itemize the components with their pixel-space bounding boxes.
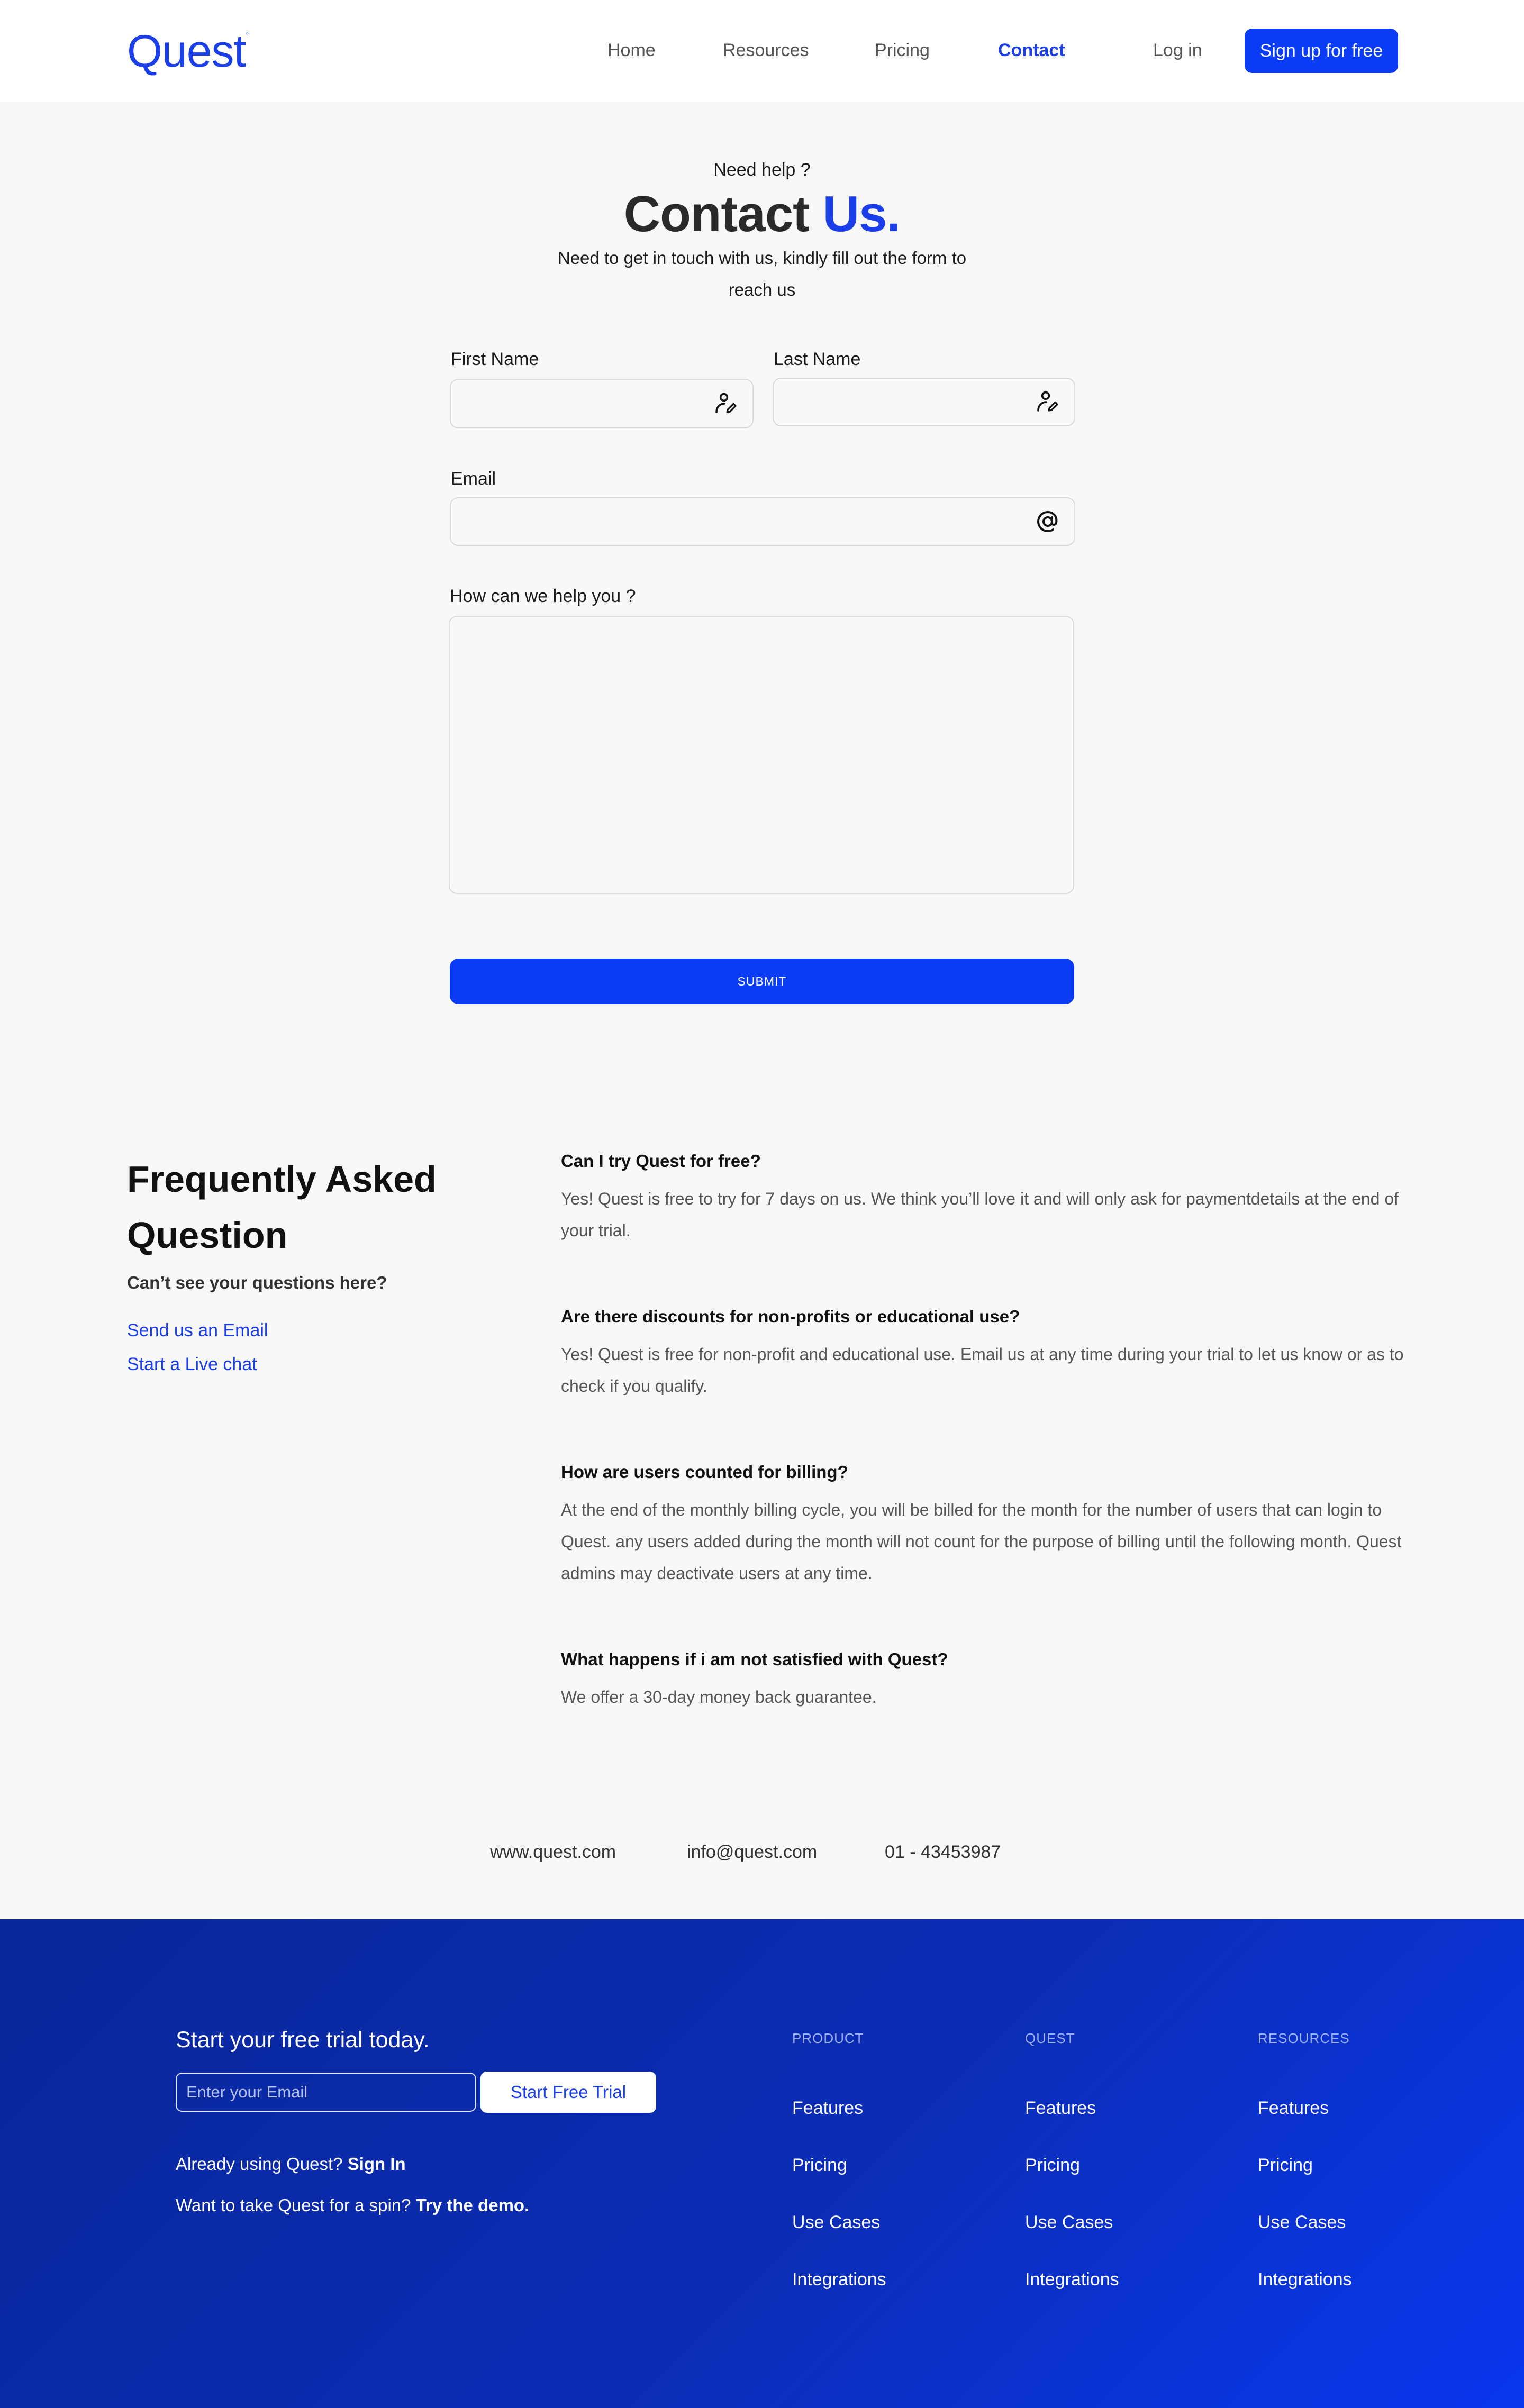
phone-number[interactable]: 01 - 43453987 — [885, 1842, 1001, 1863]
title-main: Contact — [623, 186, 810, 242]
hero-subtitle: Need to get in touch with us, kindly fil… — [557, 248, 967, 299]
hero-kicker: Need help ? — [713, 160, 811, 180]
faq-question: What happens if i am not satisfied with … — [561, 1649, 948, 1669]
faq-title: Frequently Asked Question — [127, 1159, 437, 1256]
last-name-field — [773, 378, 1075, 426]
message-field — [449, 616, 1074, 894]
page-title: Contact Us. — [0, 185, 1524, 243]
footer-link-features[interactable]: Features — [1025, 2098, 1096, 2119]
faq-question: Can I try Quest for free? — [561, 1151, 761, 1171]
site-header: Quest° Home Resources Pricing Contact Lo… — [0, 0, 1524, 102]
signup-button[interactable]: Sign up for free — [1245, 29, 1398, 73]
footer-link-pricing[interactable]: Pricing — [792, 2155, 847, 2176]
try-demo-link[interactable]: Try the demo. — [416, 2195, 530, 2215]
faq-answer: Yes! Quest is free to try for 7 days on … — [561, 1189, 1399, 1240]
footer-link-use-cases[interactable]: Use Cases — [1258, 2212, 1346, 2233]
faq-question: How are users counted for billing? — [561, 1462, 848, 1482]
signin-prefix: Already using Quest? — [176, 2154, 343, 2174]
footer-email-input[interactable] — [176, 2073, 476, 2112]
trademark-mark: ° — [246, 31, 249, 39]
demo-line: Want to take Quest for a spin? Try the d… — [176, 2195, 529, 2215]
nav-home[interactable]: Home — [607, 40, 656, 61]
signin-link[interactable]: Sign In — [348, 2154, 406, 2174]
faq-question: Are there discounts for non-profits or e… — [561, 1307, 1020, 1326]
title-accent: Us. — [822, 186, 901, 242]
faq-answer: At the end of the monthly billing cycle,… — [561, 1500, 1402, 1583]
nav-resources[interactable]: Resources — [723, 40, 809, 61]
signin-line: Already using Quest? Sign In — [176, 2154, 406, 2174]
footer-col-title-resources: RESOURCES — [1258, 2030, 1350, 2046]
footer-link-pricing[interactable]: Pricing — [1258, 2155, 1313, 2176]
footer-link-integrations[interactable]: Integrations — [1258, 2269, 1352, 2290]
faq-item: How are users counted for billing? At th… — [561, 1462, 1408, 1589]
nav-pricing[interactable]: Pricing — [875, 40, 930, 61]
quest-logo[interactable]: Quest° — [127, 25, 249, 78]
footer-link-integrations[interactable]: Integrations — [1025, 2269, 1119, 2290]
website-link[interactable]: www.quest.com — [490, 1842, 616, 1863]
login-link[interactable]: Log in — [1153, 40, 1202, 61]
footer-link-use-cases[interactable]: Use Cases — [1025, 2212, 1113, 2233]
at-sign-icon — [1037, 510, 1058, 532]
faq-answer: We offer a 30-day money back guarantee. — [561, 1688, 877, 1707]
first-name-input[interactable] — [451, 380, 752, 427]
nav-contact[interactable]: Contact — [998, 40, 1065, 61]
first-name-label: First Name — [451, 349, 539, 369]
footer-col-title-quest: QUEST — [1025, 2030, 1075, 2046]
last-name-input[interactable] — [774, 379, 1074, 425]
start-free-trial-button[interactable]: Start Free Trial — [480, 2072, 656, 2113]
first-name-field — [450, 379, 754, 428]
email-field — [450, 497, 1075, 546]
faq-item: Can I try Quest for free? Yes! Quest is … — [561, 1151, 1408, 1246]
contact-email-link[interactable]: info@quest.com — [687, 1842, 817, 1863]
site-footer: Start your free trial today. Start Free … — [0, 1919, 1524, 2408]
footer-link-features[interactable]: Features — [792, 2098, 863, 2119]
footer-link-integrations[interactable]: Integrations — [792, 2269, 886, 2290]
footer-link-pricing[interactable]: Pricing — [1025, 2155, 1080, 2176]
message-label: How can we help you ? — [450, 586, 636, 606]
user-edit-icon — [715, 393, 737, 413]
footer-link-use-cases[interactable]: Use Cases — [792, 2212, 880, 2233]
last-name-label: Last Name — [774, 349, 861, 369]
footer-heading: Start your free trial today. — [176, 2027, 430, 2053]
email-label: Email — [451, 469, 496, 489]
footer-col-title-product: PRODUCT — [792, 2030, 864, 2046]
faq-subtitle: Can’t see your questions here? — [127, 1273, 387, 1292]
message-textarea[interactable] — [450, 617, 1073, 893]
email-input[interactable] — [451, 498, 1074, 545]
faq-item: Are there discounts for non-profits or e… — [561, 1307, 1408, 1402]
faq-item: What happens if i am not satisfied with … — [561, 1649, 1408, 1713]
live-chat-link[interactable]: Start a Live chat — [127, 1354, 257, 1375]
send-email-link[interactable]: Send us an Email — [127, 1320, 268, 1341]
demo-prefix: Want to take Quest for a spin? — [176, 2195, 411, 2215]
user-edit-icon — [1037, 391, 1058, 412]
submit-button[interactable]: SUBMIT — [450, 959, 1074, 1004]
footer-link-features[interactable]: Features — [1258, 2098, 1329, 2119]
faq-answer: Yes! Quest is free for non-profit and ed… — [561, 1345, 1404, 1395]
